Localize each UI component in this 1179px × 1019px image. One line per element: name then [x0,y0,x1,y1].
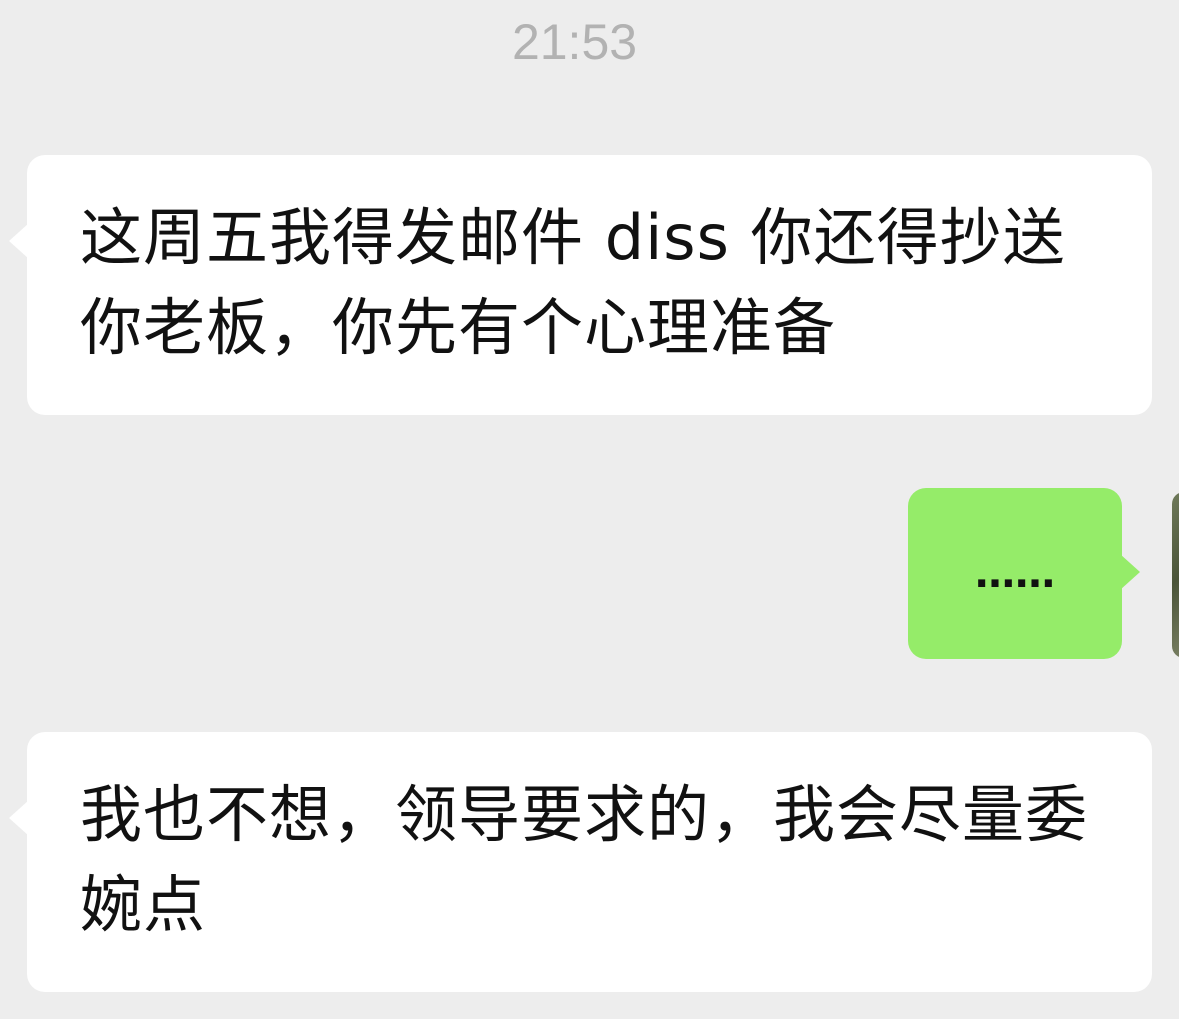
message-timestamp: 21:53 [511,14,638,70]
message-text: …… [975,550,1055,597]
incoming-message-bubble[interactable]: 我也不想，领导要求的，我会尽量委婉点 [9,732,1152,992]
incoming-message-bubble[interactable]: 这周五我得发邮件 diss 你还得抄送你老板，你先有个心理准备 [9,155,1152,415]
outgoing-message-bubble[interactable]: …… [908,488,1140,659]
message-text: 这周五我得发邮件 diss 你还得抄送你老板，你先有个心理准备 [80,201,1066,364]
message-text: 我也不想，领导要求的，我会尽量委婉点 [80,778,1089,941]
sender-avatar[interactable] [1172,492,1179,658]
